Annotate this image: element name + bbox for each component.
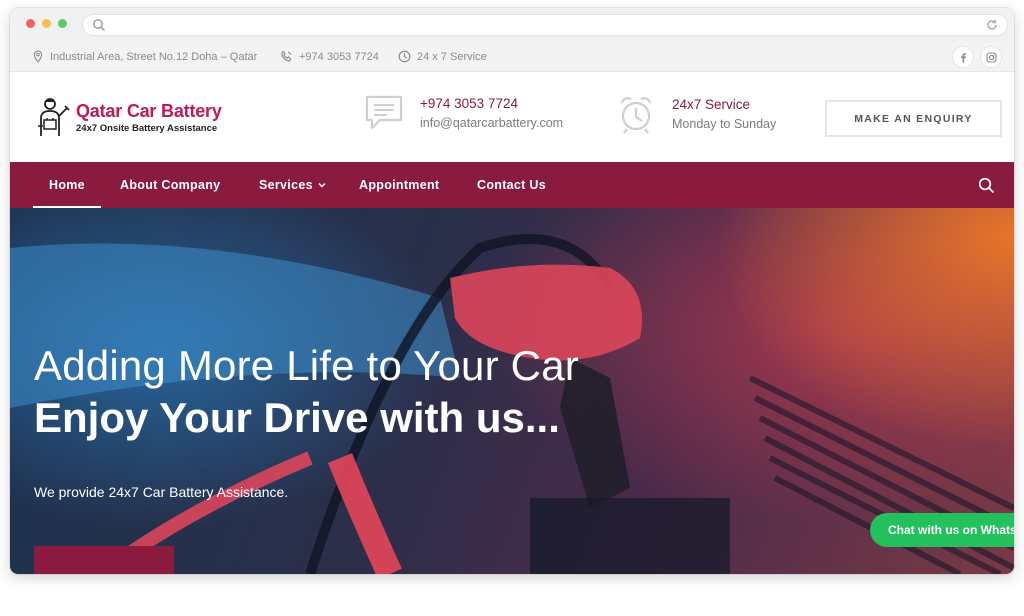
main-navigation: Home About Company Services Appointment …: [10, 162, 1014, 208]
header-service-subtitle: Monday to Sunday: [672, 117, 777, 131]
site-header: Qatar Car Battery 24x7 Onsite Battery As…: [10, 72, 1014, 162]
header-service-block: 24x7 Service Monday to Sunday: [616, 94, 776, 134]
make-enquiry-button[interactable]: MAKE AN ENQUIRY: [825, 100, 1002, 137]
hero-cta-button[interactable]: [34, 546, 174, 574]
logo-subtitle: 24x7 Onsite Battery Assistance: [76, 122, 218, 134]
address-bar[interactable]: [82, 14, 1008, 36]
hero-banner: Adding More Life to Your Car Enjoy Your …: [10, 208, 1014, 574]
logo-title: Qatar Car Battery: [76, 100, 222, 121]
nav-item-services-label: Services: [259, 178, 313, 192]
header-phone-block[interactable]: +974 3053 7724 info@qatarcarbattery.com: [364, 94, 563, 132]
nav-item-about-company[interactable]: About Company: [120, 162, 220, 208]
service-info: 24 x 7 Service: [398, 50, 487, 63]
phone-text: +974 3053 7724: [299, 50, 379, 63]
phone-info[interactable]: +974 3053 7724: [280, 50, 379, 63]
chat-bubble-icon: [365, 95, 403, 130]
hero-heading-line1: Adding More Life to Your Car: [34, 342, 579, 389]
instagram-icon: [985, 51, 997, 63]
instagram-link[interactable]: [980, 46, 1002, 68]
top-info-bar: Industrial Area, Street No.12 Doha – Qat…: [10, 42, 1014, 72]
window-controls: [26, 19, 67, 28]
address-info: Industrial Area, Street No.12 Doha – Qat…: [32, 50, 257, 63]
nav-item-services[interactable]: Services: [259, 162, 326, 208]
whatsapp-chat-button[interactable]: Chat with us on WhatsApp: [870, 513, 1014, 547]
close-window-button[interactable]: [26, 19, 35, 28]
alarm-clock-icon: [620, 97, 652, 134]
chevron-down-icon: [318, 183, 326, 188]
reload-icon[interactable]: [985, 18, 999, 32]
mechanic-logo-icon: [38, 98, 70, 136]
search-icon: [93, 19, 105, 31]
browser-toolbar: [10, 8, 1014, 42]
header-email: info@qatarcarbattery.com: [420, 116, 564, 130]
clock-icon: [398, 50, 411, 63]
browser-window: Industrial Area, Street No.12 Doha – Qat…: [10, 8, 1014, 574]
facebook-icon: [961, 52, 966, 62]
hero-description: We provide 24x7 Car Battery Assistance.: [34, 484, 289, 500]
header-phone: +974 3053 7724: [420, 96, 518, 111]
nav-item-home[interactable]: Home: [33, 162, 101, 208]
minimize-window-button[interactable]: [42, 19, 51, 28]
site-logo[interactable]: Qatar Car Battery 24x7 Onsite Battery As…: [36, 96, 222, 138]
whatsapp-label: Chat with us on WhatsApp: [888, 523, 1014, 537]
hero-background-image: [10, 234, 1014, 574]
maximize-window-button[interactable]: [58, 19, 67, 28]
nav-search-icon[interactable]: [978, 177, 995, 194]
service-text: 24 x 7 Service: [417, 50, 487, 63]
location-pin-icon: [33, 50, 43, 63]
phone-icon: [281, 50, 292, 62]
facebook-link[interactable]: [952, 46, 974, 68]
address-text: Industrial Area, Street No.12 Doha – Qat…: [50, 50, 258, 63]
nav-item-appointment[interactable]: Appointment: [359, 162, 439, 208]
header-service-title: 24x7 Service: [672, 97, 751, 112]
nav-item-contact-us[interactable]: Contact Us: [477, 162, 546, 208]
hero-heading-line2: Enjoy Your Drive with us...: [34, 394, 560, 441]
